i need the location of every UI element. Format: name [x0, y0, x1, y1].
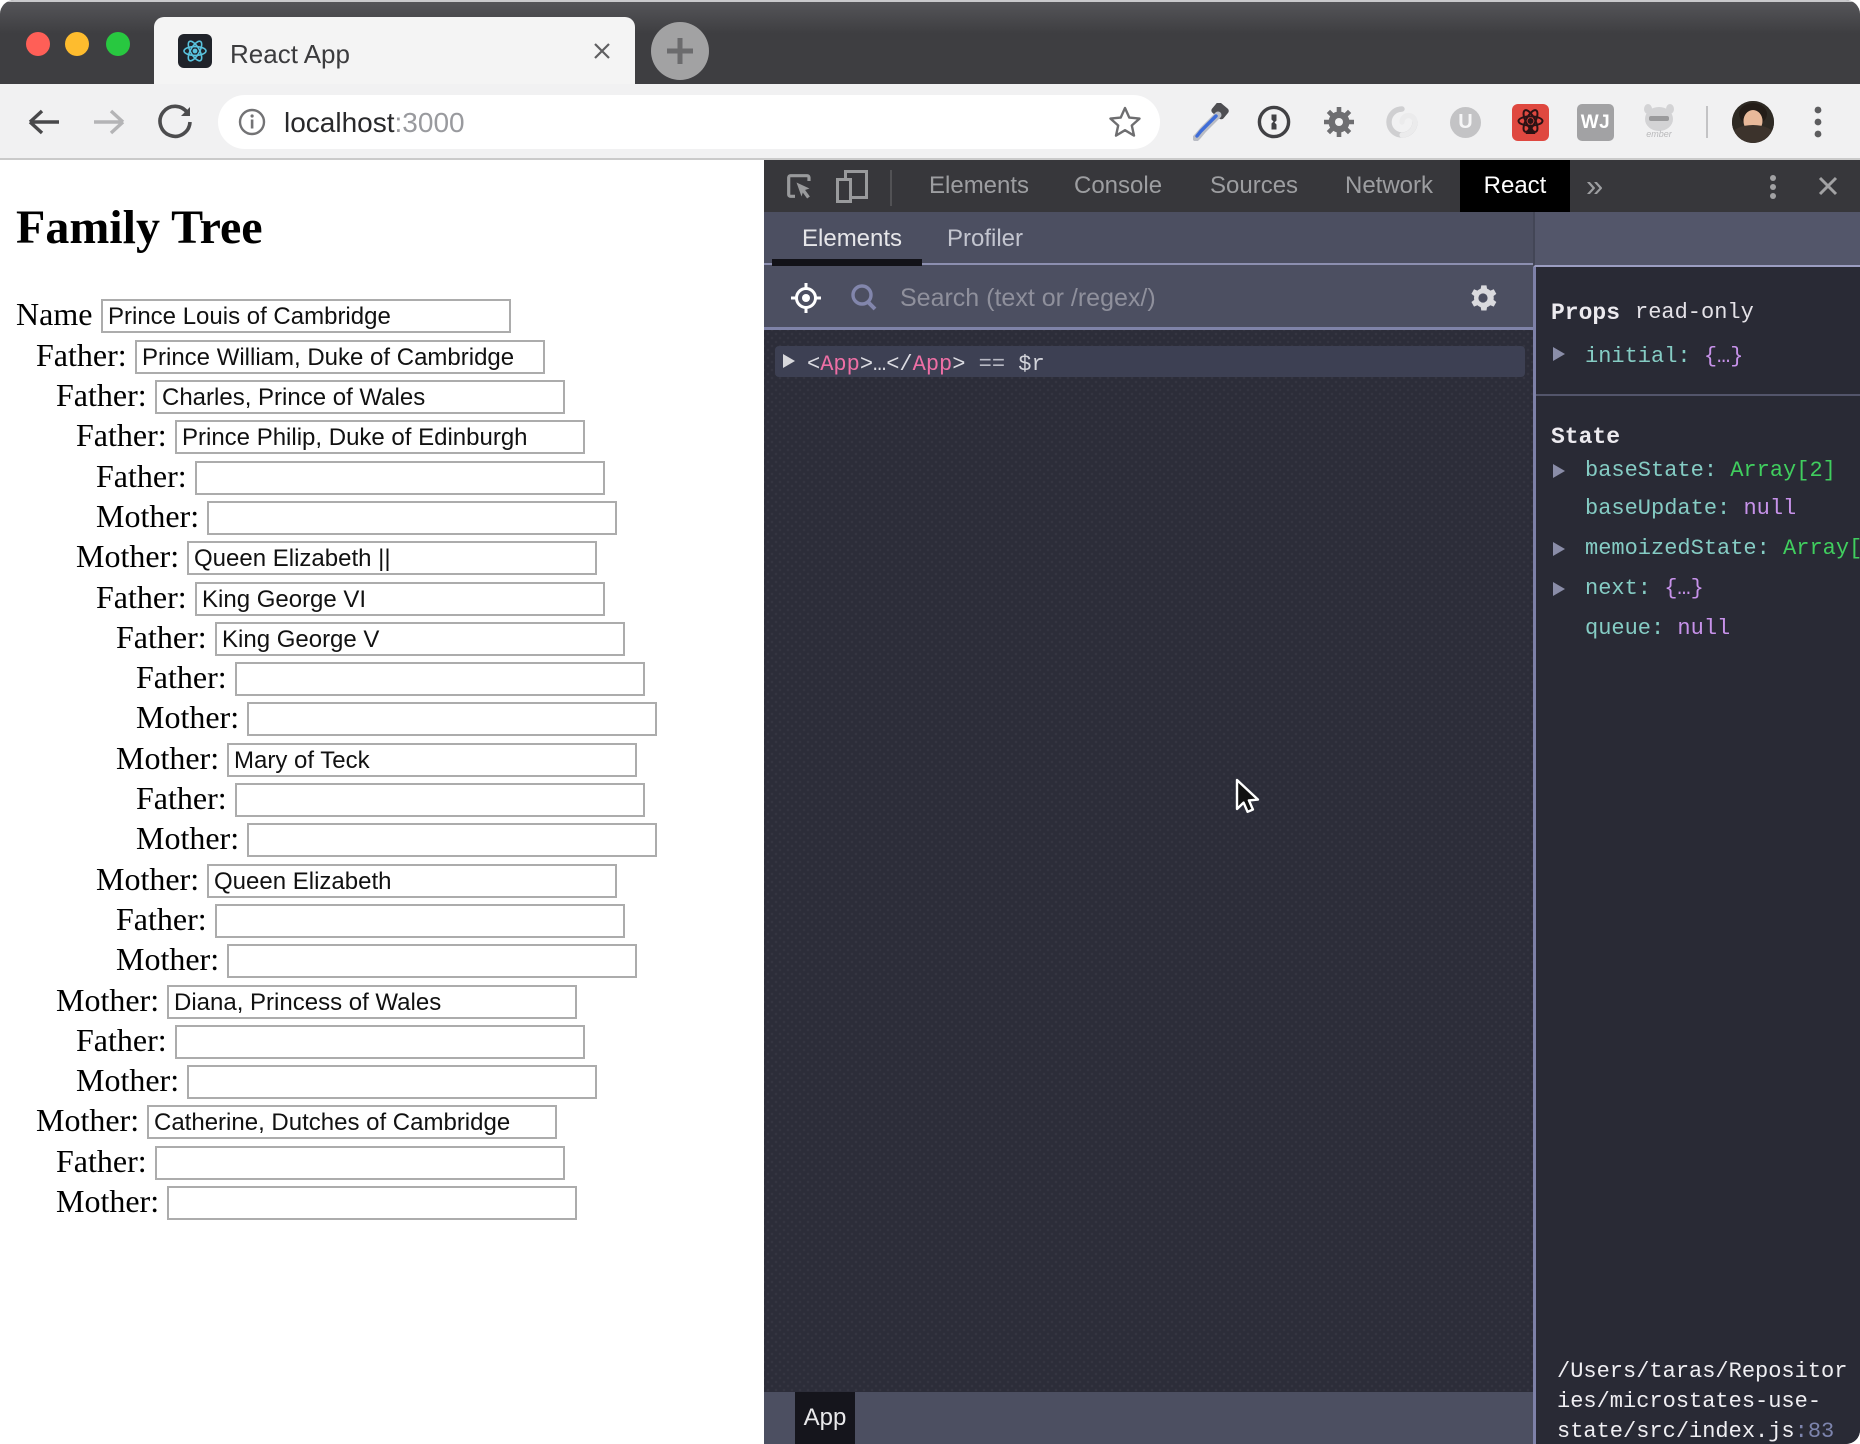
svg-text:ember: ember — [1646, 129, 1673, 139]
